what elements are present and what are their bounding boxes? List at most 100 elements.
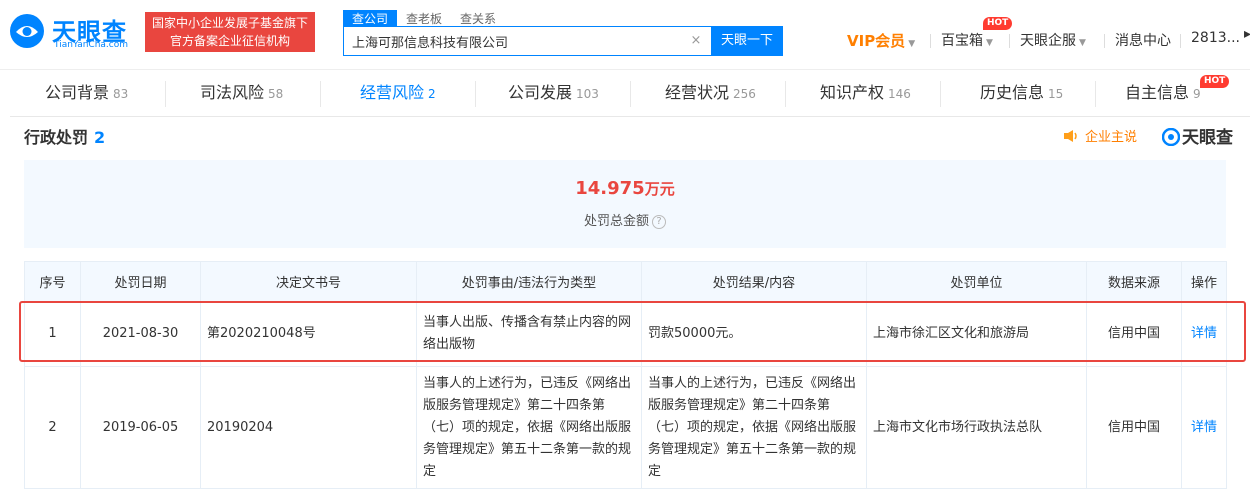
penalty-summary: 14.975万元 处罚总金额?	[24, 160, 1226, 248]
chevron-right-icon[interactable]: ▸	[1244, 26, 1250, 48]
table-row: 1 2021-08-30 第2020210048号 当事人出版、传播含有禁止内容…	[24, 301, 1227, 367]
banner-line-1: 国家中小企业发展子基金旗下	[151, 16, 308, 30]
col-header-result: 处罚结果/内容	[641, 261, 867, 302]
total-amount-label: 处罚总金额?	[24, 210, 1226, 229]
tab-intellectual-property[interactable]: 知识产权 146	[820, 71, 911, 117]
cell-reason: 当事人的上述行为，已违反《网络出版服务管理规定》第二十四条第（七）项的规定，依据…	[416, 366, 642, 489]
cell-index: 2	[24, 366, 81, 489]
search-type-tabs: 查公司 查老板 查关系	[343, 8, 505, 28]
cell-source: 信用中国	[1086, 366, 1182, 489]
search-button[interactable]: 天眼一下	[711, 26, 783, 56]
tab-label: 公司发展	[508, 83, 573, 102]
chevron-down-icon: ▼	[908, 39, 916, 49]
cell-authority: 上海市文化市场行政执法总队	[866, 366, 1087, 489]
tab-company-development[interactable]: 公司发展 103	[508, 71, 599, 117]
brand-text: 天眼查	[1182, 128, 1233, 148]
tab-judicial-risk[interactable]: 司法风险 58	[200, 71, 283, 117]
tab-divider	[630, 81, 631, 107]
tab-label: 历史信息	[980, 83, 1045, 102]
col-header-authority: 处罚单位	[866, 261, 1087, 302]
cell-action: 详情	[1181, 301, 1227, 367]
toolbox-link[interactable]: 百宝箱 ▼	[941, 30, 993, 52]
tianyancha-logo[interactable]: 天眼查 TianYanCha.com	[8, 10, 138, 54]
tab-label: 司法风险	[200, 83, 265, 102]
col-header-doc-no: 决定文书号	[200, 261, 417, 302]
section-count: 2	[94, 128, 106, 147]
tab-count: 103	[576, 87, 599, 101]
tab-business-status[interactable]: 经营状况 256	[665, 71, 756, 117]
cell-authority: 上海市徐汇区文化和旅游局	[866, 301, 1087, 367]
logo-domain: TianYanCha.com	[54, 40, 129, 50]
section-title: 行政处罚 2	[24, 124, 105, 148]
cell-result: 当事人的上述行为，已违反《网络出版服务管理规定》第二十四条第（七）项的规定，依据…	[641, 366, 867, 489]
vip-member-link[interactable]: VIP会员 ▼	[847, 30, 915, 51]
tab-company-background[interactable]: 公司背景 83	[45, 71, 128, 117]
table-header-row: 序号 处罚日期 决定文书号 处罚事由/违法行为类型 处罚结果/内容 处罚单位 数…	[24, 261, 1227, 302]
tab-label: 经营状况	[665, 83, 730, 102]
message-center-link[interactable]: 消息中心	[1115, 30, 1171, 52]
detail-link[interactable]: 详情	[1191, 420, 1217, 435]
official-banner: 国家中小企业发展子基金旗下 官方备案企业征信机构	[145, 12, 315, 52]
table-row: 2 2019-06-05 20190204 当事人的上述行为，已违反《网络出版服…	[24, 366, 1227, 489]
tab-business-risk[interactable]: 经营风险 2	[360, 71, 436, 117]
tab-label: 经营风险	[360, 83, 425, 102]
cell-doc-no: 第2020210048号	[200, 301, 417, 367]
tab-divider	[320, 81, 321, 107]
hot-badge: HOT	[983, 17, 1013, 30]
tab-count: 146	[888, 87, 911, 101]
total-amount: 14.975万元	[24, 178, 1226, 199]
enterprise-service-link[interactable]: 天眼企服 ▼	[1020, 30, 1086, 52]
tab-label: 公司背景	[45, 83, 110, 102]
company-tabs: 公司背景 83 司法风险 58 经营风险 2 公司发展 103 经营状况 256 知识产权…	[10, 71, 1250, 117]
cell-index: 1	[24, 301, 81, 367]
col-header-index: 序号	[24, 261, 81, 302]
tab-self-info[interactable]: 自主信息 9	[1125, 71, 1201, 117]
tianyancha-watermark: 天眼查	[1161, 123, 1233, 148]
enterprise-service-label: 天眼企服	[1020, 33, 1076, 49]
tab-count: 15	[1048, 87, 1064, 101]
logo-eye-icon	[1161, 127, 1181, 147]
tab-label: 自主信息	[1125, 83, 1190, 102]
tab-count: 2	[428, 87, 436, 101]
tab-divider	[165, 81, 166, 107]
help-icon[interactable]: ?	[652, 214, 666, 229]
cell-source: 信用中国	[1086, 301, 1182, 367]
user-account-link[interactable]: 2813...	[1191, 30, 1240, 52]
total-amount-caption: 处罚总金额	[583, 214, 649, 229]
total-amount-unit: 万元	[644, 180, 675, 198]
logo-eye-icon	[10, 14, 44, 48]
tab-count: 58	[268, 87, 284, 101]
detail-link[interactable]: 详情	[1191, 326, 1217, 341]
section-title-text: 行政处罚	[24, 128, 89, 147]
cell-reason: 当事人出版、传播含有禁止内容的网络出版物	[416, 301, 642, 367]
company-says-link[interactable]: 企业主说	[1063, 126, 1137, 145]
cell-date: 2019-06-05	[80, 366, 201, 489]
total-amount-value: 14.975	[575, 178, 645, 199]
tab-count: 256	[733, 87, 756, 101]
banner-line-2: 官方备案企业征信机构	[169, 34, 290, 48]
search-box: × 天眼一下	[343, 26, 783, 56]
penalty-table: 序号 处罚日期 决定文书号 处罚事由/违法行为类型 处罚结果/内容 处罚单位 数…	[24, 261, 1227, 489]
speaker-icon	[1064, 130, 1077, 142]
tab-divider	[940, 81, 941, 107]
vip-label: VIP会员	[847, 32, 906, 50]
tab-divider	[475, 81, 476, 107]
tab-count: 9	[1193, 87, 1201, 101]
clear-icon[interactable]: ×	[688, 33, 704, 49]
col-header-action: 操作	[1181, 261, 1227, 302]
cell-result: 罚款50000元。	[641, 301, 867, 367]
top-header: 天眼查 TianYanCha.com 国家中小企业发展子基金旗下 官方备案企业征…	[0, 0, 1250, 70]
col-header-source: 数据来源	[1086, 261, 1182, 302]
company-says-label: 企业主说	[1085, 130, 1138, 145]
toolbox-label: 百宝箱	[941, 33, 983, 49]
tab-divider	[1095, 81, 1096, 107]
cell-doc-no: 20190204	[200, 366, 417, 489]
chevron-down-icon: ▼	[986, 38, 993, 48]
tab-history[interactable]: 历史信息 15	[980, 71, 1063, 117]
cell-action: 详情	[1181, 366, 1227, 489]
chevron-down-icon: ▼	[1079, 38, 1086, 48]
col-header-reason: 处罚事由/违法行为类型	[416, 261, 642, 302]
col-header-date: 处罚日期	[80, 261, 201, 302]
search-input[interactable]	[343, 26, 711, 56]
tab-label: 知识产权	[820, 83, 885, 102]
